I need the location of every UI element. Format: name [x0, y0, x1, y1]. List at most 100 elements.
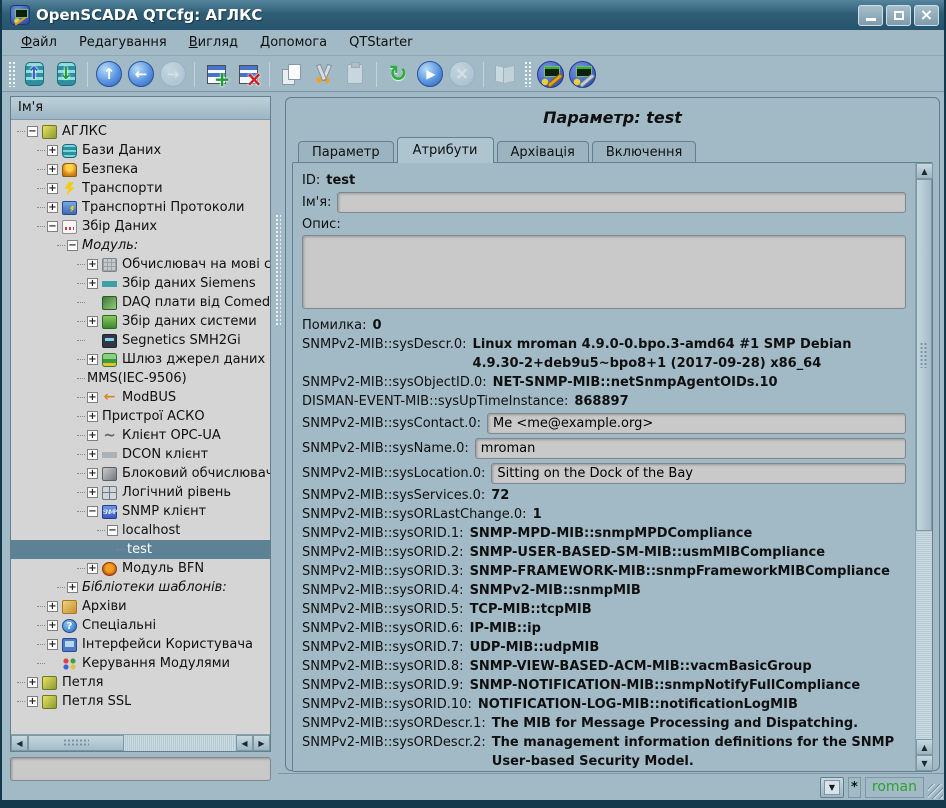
menu-item-view[interactable]: Вигляд: [178, 32, 249, 53]
name-input[interactable]: [337, 192, 906, 213]
tree-item-blockcalc[interactable]: +Блоковий обчислювач: [11, 464, 270, 483]
tab-enable[interactable]: Включення: [592, 141, 697, 163]
load-button[interactable]: [18, 59, 50, 90]
refresh-button[interactable]: [382, 59, 414, 90]
qtstarter-config-button[interactable]: [566, 59, 598, 90]
tree-item-aglks[interactable]: −АГЛКС: [11, 122, 270, 141]
expand-icon[interactable]: +: [47, 183, 58, 194]
menu-item-help[interactable]: Допомога: [249, 32, 338, 53]
tree-filter-input[interactable]: [10, 757, 271, 781]
scroll-up-button-2[interactable]: ▲: [916, 739, 933, 755]
minimize-button[interactable]: [858, 5, 883, 26]
start-button[interactable]: [414, 59, 446, 90]
tree-item-javalikecalc[interactable]: +Обчислювач на мові сх: [11, 255, 270, 274]
menu-item-edit[interactable]: Редагування: [68, 32, 178, 53]
tree-item-snmp[interactable]: −SNMP клієнт: [11, 502, 270, 521]
expand-icon[interactable]: +: [47, 145, 58, 156]
expand-icon[interactable]: +: [87, 411, 98, 422]
scrollbar-trough[interactable]: [124, 735, 236, 751]
add-item-button[interactable]: [200, 59, 232, 90]
expand-icon[interactable]: +: [87, 563, 98, 574]
scroll-down-button[interactable]: ▼: [916, 755, 933, 771]
tree-horizontal-scrollbar[interactable]: ◀ ◀ ▶: [11, 734, 270, 751]
toolbar-handle[interactable]: [524, 61, 531, 87]
tree-item-dcon[interactable]: +DCON клієнт: [11, 445, 270, 464]
scroll-left-button-2[interactable]: ◀: [236, 735, 253, 751]
tree-item-test[interactable]: test: [11, 540, 270, 559]
expand-icon[interactable]: +: [87, 259, 98, 270]
tree-item-special[interactable]: +Спеціальні: [11, 616, 270, 635]
expand-icon[interactable]: +: [87, 449, 98, 460]
collapse-icon[interactable]: −: [87, 506, 98, 517]
collapse-icon[interactable]: −: [107, 525, 118, 536]
delete-item-button[interactable]: [232, 59, 264, 90]
expand-icon[interactable]: +: [87, 430, 98, 441]
scrollbar-thumb[interactable]: [28, 735, 124, 751]
expand-icon[interactable]: +: [67, 582, 78, 593]
tree-item-logiclev[interactable]: +Логічний рівень: [11, 483, 270, 502]
scroll-left-button[interactable]: ◀: [11, 735, 28, 751]
tree-item-ui[interactable]: +Інтерфейси Користувача: [11, 635, 270, 654]
expand-icon[interactable]: +: [47, 639, 58, 650]
tree-item-comedi[interactable]: DAQ плати від Comedi: [11, 293, 270, 312]
menu-item-file[interactable]: Файл: [10, 32, 68, 53]
cut-button[interactable]: [307, 59, 339, 90]
expand-icon[interactable]: +: [47, 601, 58, 612]
tree-item-siemens[interactable]: +Збір даних Siemens: [11, 274, 270, 293]
tree-item-asko[interactable]: +Пристрої АСКО: [11, 407, 270, 426]
expand-icon[interactable]: +: [87, 278, 98, 289]
tree-item-mms-cont[interactable]: MMS(IEC-9506): [11, 369, 270, 388]
tree-item-security[interactable]: +Безпека: [11, 160, 270, 179]
toolbar-handle[interactable]: [8, 61, 15, 87]
expand-icon[interactable]: +: [87, 392, 98, 403]
scroll-up-button[interactable]: ▲: [916, 163, 933, 179]
collapse-icon[interactable]: −: [27, 126, 38, 137]
copy-button[interactable]: [275, 59, 307, 90]
tree-item-daq[interactable]: −Збір Даних: [11, 217, 270, 236]
tree-item-smh2gi[interactable]: Segnetics SMH2Gi: [11, 331, 270, 350]
tree-item-archives[interactable]: +Архіви: [11, 597, 270, 616]
current-user-badge[interactable]: roman: [865, 777, 924, 798]
tree-item-tmplibs[interactable]: +Бібліотеки шаблонів:: [11, 578, 270, 597]
expand-icon[interactable]: +: [47, 620, 58, 631]
tree-item-loop[interactable]: +Петля: [11, 673, 270, 692]
expand-icon[interactable]: +: [87, 354, 98, 365]
scroll-right-button[interactable]: ▶: [253, 735, 270, 751]
menu-item-qtstarter[interactable]: QTStarter: [338, 32, 423, 53]
description-textarea[interactable]: [302, 235, 906, 309]
tree-item-modbus[interactable]: +ModBUS: [11, 388, 270, 407]
expand-icon[interactable]: +: [27, 677, 38, 688]
tree-item-modsched[interactable]: Керування Модулями: [11, 654, 270, 673]
tab-attributes[interactable]: Атрибути: [397, 137, 494, 163]
expand-icon[interactable]: +: [47, 202, 58, 213]
tree-item-loop-ssl[interactable]: +Петля SSL: [11, 692, 270, 711]
up-button[interactable]: [93, 59, 125, 90]
expand-icon[interactable]: +: [47, 164, 58, 175]
user-dropdown-button[interactable]: ▼: [820, 777, 844, 798]
qtstarter-openscada-button[interactable]: [534, 59, 566, 90]
attr-input[interactable]: [475, 438, 906, 459]
back-button[interactable]: [125, 59, 157, 90]
tree-item-system[interactable]: +Збір даних системи: [11, 312, 270, 331]
scrollbar-trough[interactable]: [916, 531, 932, 739]
tree-item-module-group[interactable]: −Модуль:: [11, 236, 270, 255]
collapse-icon[interactable]: −: [67, 240, 78, 251]
attr-input[interactable]: [487, 413, 906, 434]
tab-archiving[interactable]: Архівація: [497, 141, 589, 163]
content-vertical-scrollbar[interactable]: ▲ ▲ ▼: [915, 163, 932, 771]
save-button[interactable]: [50, 59, 82, 90]
tree-header[interactable]: Ім'я: [11, 97, 270, 120]
tab-parameter[interactable]: Параметр: [298, 141, 394, 163]
attr-input[interactable]: [491, 463, 906, 484]
tree-item-opcua[interactable]: +Клієнт OPC-UA: [11, 426, 270, 445]
expand-icon[interactable]: +: [27, 696, 38, 707]
close-button[interactable]: ×: [914, 5, 939, 26]
expand-icon[interactable]: +: [87, 487, 98, 498]
maximize-button[interactable]: [886, 5, 911, 26]
tree-item-localhost[interactable]: −localhost: [11, 521, 270, 540]
collapse-icon[interactable]: −: [47, 221, 58, 232]
expand-icon[interactable]: +: [87, 316, 98, 327]
tree-item-mms[interactable]: +Шлюз джерел даних: [11, 350, 270, 369]
scrollbar-thumb[interactable]: [916, 179, 932, 531]
tree-item-transports[interactable]: +Транспорти: [11, 179, 270, 198]
